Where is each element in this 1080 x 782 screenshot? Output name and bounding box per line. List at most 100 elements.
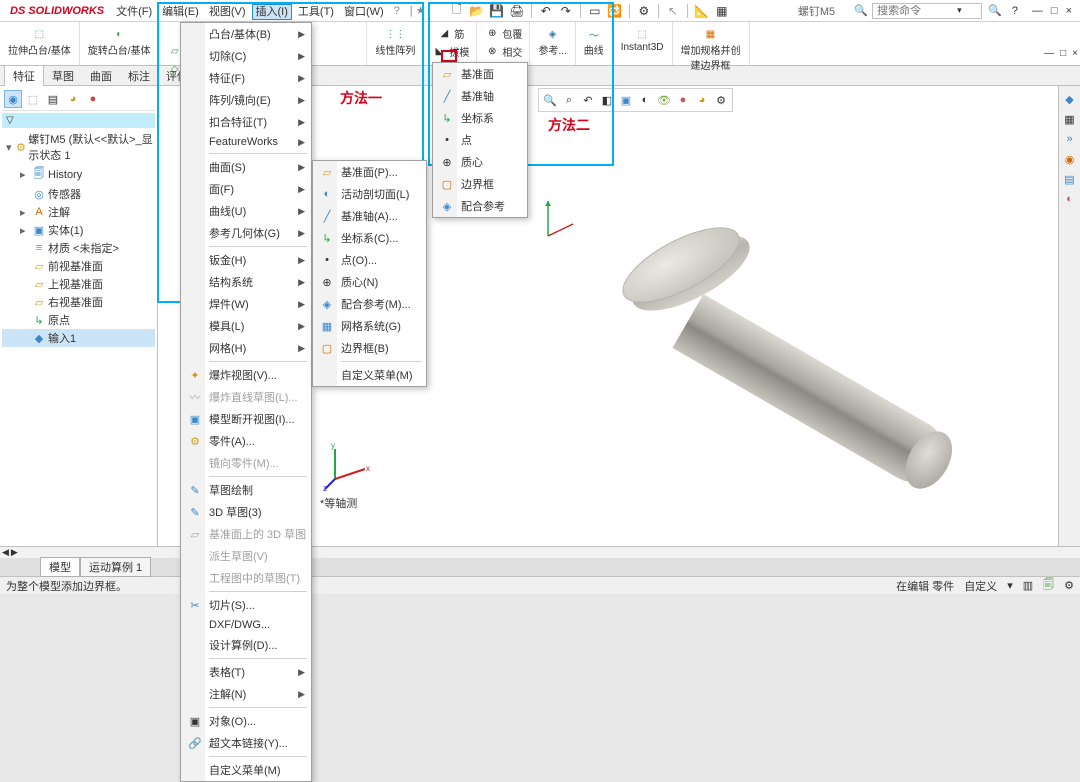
- section-view-icon[interactable]: ◧: [598, 91, 616, 109]
- revolve-boss-button[interactable]: ◐ 旋转凸台/基体: [84, 24, 155, 59]
- search-command[interactable]: ▾: [872, 3, 982, 19]
- rt-icon-6[interactable]: ◐: [1061, 190, 1079, 208]
- menu-struct[interactable]: 结构系统▶: [181, 271, 311, 293]
- ref-drop-point[interactable]: •点: [433, 129, 527, 151]
- ref-drop-coord[interactable]: ↳坐标系: [433, 107, 527, 129]
- tree-tab-display-icon[interactable]: ◕: [64, 90, 82, 108]
- tree-filter[interactable]: ▽: [2, 113, 155, 128]
- submenu-com[interactable]: ⊕质心(N): [313, 271, 426, 293]
- minimize-button[interactable]: —: [1032, 5, 1043, 17]
- qa-rebuild-icon[interactable]: 🔁: [607, 3, 623, 19]
- linear-pattern-button[interactable]: ⋮⋮ 线性阵列: [371, 24, 419, 59]
- tree-tab-appearance-icon[interactable]: ●: [84, 90, 102, 108]
- tree-solids[interactable]: ▸▣实体(1): [2, 221, 155, 239]
- help-button[interactable]: ?: [1008, 3, 1022, 19]
- display-style-icon[interactable]: ◐: [636, 91, 654, 109]
- submenu-live-section[interactable]: ◐活动剖切面(L): [313, 183, 426, 205]
- menu-dxf[interactable]: DXF/DWG...: [181, 616, 311, 634]
- menu-slice[interactable]: ✂切片(S)...: [181, 594, 311, 616]
- submenu-customize[interactable]: 自定义菜单(M): [313, 364, 426, 386]
- qa-save-icon[interactable]: 💾: [489, 3, 505, 19]
- menu-cut[interactable]: 切除(C)▶: [181, 45, 311, 67]
- tree-tab-property-icon[interactable]: ▤: [44, 90, 62, 108]
- menu-face[interactable]: 面(F)▶: [181, 178, 311, 200]
- curves-button[interactable]: 〜 曲线: [580, 24, 608, 59]
- tab-features[interactable]: 特征: [4, 65, 44, 87]
- rt-icon-4[interactable]: ◉: [1061, 150, 1079, 168]
- draft-button[interactable]: ◣拔模: [428, 42, 472, 60]
- tree-history[interactable]: ▸🗐History: [2, 164, 155, 185]
- qa-cursor-icon[interactable]: ↖: [665, 3, 681, 19]
- tab-motion-study[interactable]: 运动算例 1: [80, 557, 151, 577]
- reference-geom-button[interactable]: ◈ 参考...: [534, 24, 570, 59]
- menu-surface[interactable]: 曲面(S)▶: [181, 156, 311, 178]
- menu-fastening[interactable]: 扣合特征(T)▶: [181, 111, 311, 133]
- qa-select-icon[interactable]: ▭: [587, 3, 603, 19]
- tree-annotations[interactable]: ▸A注解: [2, 203, 155, 221]
- menu-object[interactable]: ▣对象(O)...: [181, 710, 311, 732]
- menu-boss[interactable]: 凸台/基体(B)▶: [181, 23, 311, 45]
- prev-view-icon[interactable]: ↶: [579, 91, 597, 109]
- rt-icon-1[interactable]: ◆: [1061, 90, 1079, 108]
- view-orient-icon[interactable]: ▣: [617, 91, 635, 109]
- apply-scene-icon[interactable]: ◕: [693, 91, 711, 109]
- view-settings-icon[interactable]: ⚙: [712, 91, 730, 109]
- submenu-grid[interactable]: ▦网格系统(G): [313, 315, 426, 337]
- menu-design-table[interactable]: 设计算例(D)...: [181, 634, 311, 656]
- qa-measure-icon[interactable]: 📐: [694, 3, 710, 19]
- menu-tools[interactable]: 工具(T): [294, 1, 338, 21]
- menu-tables[interactable]: 表格(T)▶: [181, 661, 311, 683]
- tab-sketch[interactable]: 草图: [44, 66, 82, 86]
- qa-options-icon[interactable]: ⚙: [636, 3, 652, 19]
- close-button[interactable]: ×: [1066, 5, 1072, 17]
- menu-featureworks[interactable]: FeatureWorks▶: [181, 133, 311, 151]
- inner-close[interactable]: ×: [1072, 48, 1078, 59]
- rt-icon-5[interactable]: ▤: [1061, 170, 1079, 188]
- submenu-bbox[interactable]: ▢边界框(B): [313, 337, 426, 359]
- submenu-coord[interactable]: ↳坐标系(C)...: [313, 227, 426, 249]
- ref-drop-mate-ref[interactable]: ◈配合参考: [433, 195, 527, 217]
- ref-drop-bbox[interactable]: ▢边界框: [433, 173, 527, 195]
- add-bounding-box-button[interactable]: ▦ 增加规格并创建边界框: [677, 24, 745, 74]
- edit-appearance-icon[interactable]: ●: [674, 91, 692, 109]
- search-input[interactable]: [877, 5, 957, 17]
- menu-curve[interactable]: 曲线(U)▶: [181, 200, 311, 222]
- qa-print-icon[interactable]: 🖨: [509, 3, 525, 19]
- menu-help[interactable]: ?: [390, 5, 404, 17]
- menu-insert[interactable]: 插入(I): [252, 4, 292, 20]
- tree-imported[interactable]: ◆输入1: [2, 329, 155, 347]
- rib-button[interactable]: ◢筋: [433, 24, 467, 42]
- maximize-button[interactable]: □: [1051, 5, 1058, 17]
- extrude-boss-button[interactable]: ⬚ 拉伸凸台/基体: [4, 24, 75, 59]
- menu-annotations[interactable]: 注解(N)▶: [181, 683, 311, 705]
- ref-drop-axis[interactable]: ╱基准轴: [433, 85, 527, 107]
- submenu-plane[interactable]: ▱基准面(P)...: [313, 161, 426, 183]
- menu-molds[interactable]: 模具(L)▶: [181, 315, 311, 337]
- qa-new-icon[interactable]: 🗋: [449, 3, 465, 19]
- hide-show-icon[interactable]: 👁: [655, 91, 673, 109]
- menu-mesh[interactable]: 网格(H)▶: [181, 337, 311, 359]
- menu-edit[interactable]: 编辑(E): [158, 1, 203, 21]
- menu-pattern[interactable]: 阵列/镜向(E)▶: [181, 89, 311, 111]
- menu-part[interactable]: ⚙零件(A)...: [181, 430, 311, 452]
- status-icon-2[interactable]: 🗐: [1043, 576, 1054, 595]
- tree-front-plane[interactable]: ▱前视基准面: [2, 257, 155, 275]
- menu-file[interactable]: 文件(F): [112, 1, 156, 21]
- zoom-fit-icon[interactable]: 🔍: [541, 91, 559, 109]
- rt-icon-2[interactable]: ▦: [1061, 110, 1079, 128]
- inner-minimize[interactable]: —: [1044, 48, 1054, 59]
- inner-maximize[interactable]: □: [1060, 48, 1066, 59]
- menu-break[interactable]: ▣模型断开视图(I)...: [181, 408, 311, 430]
- menu-sketch2d[interactable]: ✎草图绘制: [181, 479, 311, 501]
- ref-drop-plane[interactable]: ▱基准面: [433, 63, 527, 85]
- intersect-button[interactable]: ⊗相交: [481, 42, 525, 60]
- menu-customize[interactable]: 自定义菜单(M): [181, 759, 311, 781]
- ref-drop-com[interactable]: ⊕质心: [433, 151, 527, 173]
- submenu-point[interactable]: •点(O)...: [313, 249, 426, 271]
- tree-tab-feature-icon[interactable]: ◉: [4, 90, 22, 108]
- menu-features[interactable]: 特征(F)▶: [181, 67, 311, 89]
- tree-right-plane[interactable]: ▱右视基准面: [2, 293, 155, 311]
- status-icon-3[interactable]: ⚙: [1064, 579, 1074, 592]
- submenu-mate-ref[interactable]: ◈配合参考(M)...: [313, 293, 426, 315]
- qa-open-icon[interactable]: 📂: [469, 3, 485, 19]
